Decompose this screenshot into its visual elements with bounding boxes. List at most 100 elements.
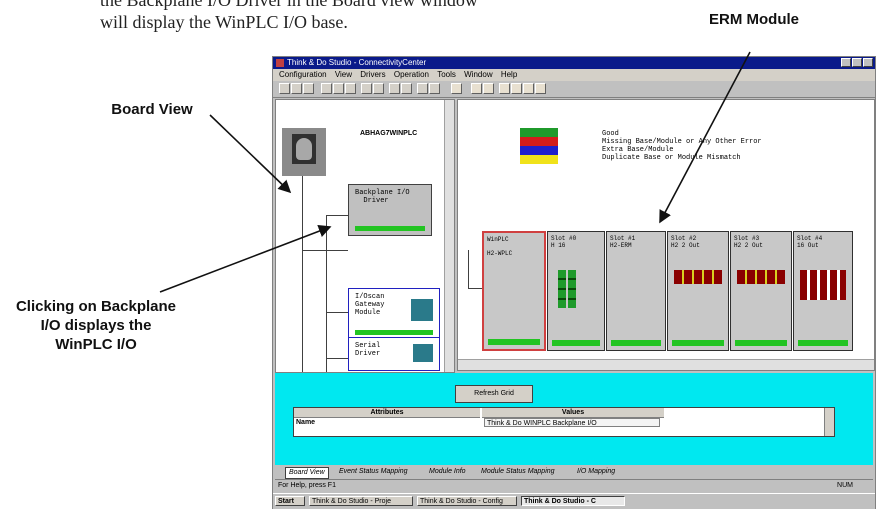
menu-configuration[interactable]: Configuration bbox=[279, 70, 327, 79]
tab-board-view[interactable]: Board View bbox=[285, 467, 329, 479]
menu-drivers[interactable]: Drivers bbox=[360, 70, 385, 79]
legend-swatch-error bbox=[520, 137, 558, 146]
input-leds bbox=[568, 270, 576, 308]
tab-module-status-mapping[interactable]: Module Status Mapping bbox=[481, 467, 555, 477]
tree-branch-line bbox=[326, 358, 348, 359]
menu-operation[interactable]: Operation bbox=[394, 70, 429, 79]
view-mode-1-icon[interactable] bbox=[471, 83, 482, 94]
new-icon[interactable] bbox=[279, 83, 290, 94]
tree-branch-line bbox=[302, 250, 348, 251]
tree-branch-line bbox=[326, 312, 348, 313]
tab-io-mapping[interactable]: I/O Mapping bbox=[577, 467, 615, 477]
menu-view[interactable]: View bbox=[335, 70, 352, 79]
gateway-module-icon bbox=[411, 299, 433, 321]
slot-3-module[interactable]: Slot #3 H2 2 Out bbox=[730, 231, 792, 351]
output-leds bbox=[674, 270, 722, 284]
tab-module-info[interactable]: Module Info bbox=[429, 467, 466, 477]
connect-icon[interactable] bbox=[389, 83, 400, 94]
clicking-callout-line-3: WinPLC I/O bbox=[55, 336, 137, 353]
menu-help[interactable]: Help bbox=[501, 70, 517, 79]
module-status-bar bbox=[488, 339, 540, 345]
clicking-callout-line-1: Clicking on Backplane bbox=[15, 298, 177, 315]
menu-tools[interactable]: Tools bbox=[437, 70, 456, 79]
winplc-module[interactable]: WinPLC H2-WPLC bbox=[482, 231, 546, 351]
output-leds bbox=[737, 270, 785, 284]
erm-module[interactable]: Slot #1 H2-ERM bbox=[606, 231, 666, 351]
computer-face bbox=[296, 138, 312, 160]
view-mode-5-icon[interactable] bbox=[523, 83, 534, 94]
view-mode-4-icon[interactable] bbox=[511, 83, 522, 94]
slot-4-module[interactable]: Slot #4 16 Out bbox=[793, 231, 853, 351]
module-status-bar bbox=[552, 340, 600, 346]
view-mode-2-icon[interactable] bbox=[483, 83, 494, 94]
values-header: Values bbox=[482, 408, 664, 418]
status-bar: For Help, press F1 NUM bbox=[275, 479, 873, 492]
cut-icon[interactable] bbox=[321, 83, 332, 94]
start-button[interactable]: Start bbox=[275, 496, 305, 506]
board-view-callout: Board View bbox=[111, 101, 193, 118]
toolbar bbox=[273, 81, 875, 98]
tree-branch-line bbox=[326, 215, 348, 216]
driver-icon[interactable] bbox=[361, 83, 372, 94]
minimize-button[interactable] bbox=[841, 58, 851, 67]
legend-swatch-extra bbox=[520, 146, 558, 155]
intro-line-2: will display the WinPLC I/O base. bbox=[100, 12, 348, 32]
node-status-bar bbox=[355, 226, 425, 231]
disconnect-icon[interactable] bbox=[401, 83, 412, 94]
app-icon bbox=[276, 59, 284, 67]
clicking-callout-line-2: I/O displays the bbox=[40, 317, 152, 334]
clicking-callout: Clicking on Backplane I/O displays the W… bbox=[0, 297, 192, 354]
window-title: Think & Do Studio - ConnectivityCenter bbox=[287, 58, 427, 67]
base-connector-line bbox=[468, 288, 482, 289]
refresh-icon[interactable] bbox=[417, 83, 428, 94]
menu-window[interactable]: Window bbox=[464, 70, 492, 79]
open-icon[interactable] bbox=[291, 83, 302, 94]
module-label: Slot #3 H2 2 Out bbox=[734, 235, 763, 249]
row-value-cell[interactable]: Think & Do WINPLC Backplane I/O bbox=[484, 418, 660, 427]
app-window: Think & Do Studio - ConnectivityCenter C… bbox=[272, 56, 876, 509]
backplane-io-driver-node[interactable]: Backplane I/O Driver bbox=[348, 184, 432, 236]
menu-bar: Configuration View Drivers Operation Too… bbox=[273, 69, 875, 81]
maximize-button[interactable] bbox=[852, 58, 862, 67]
node-label: Backplane I/O Driver bbox=[355, 189, 410, 205]
paste-icon[interactable] bbox=[345, 83, 356, 94]
legend-text-good: Good bbox=[602, 130, 619, 138]
refresh-grid-button[interactable]: Refresh Grid bbox=[455, 385, 533, 403]
winplc-computer-icon[interactable] bbox=[282, 128, 326, 176]
module-status-bar bbox=[735, 340, 787, 346]
board-tree-pane: ABHAG7WINPLC Backplane I/O Driver I/Osca… bbox=[275, 99, 455, 373]
slot-0-module[interactable]: Slot #0 H 16 bbox=[547, 231, 605, 351]
save-icon[interactable] bbox=[303, 83, 314, 94]
taskbar-item-config[interactable]: Think & Do Studio - Config bbox=[417, 496, 517, 506]
serial-driver-node[interactable]: Serial Driver bbox=[348, 337, 440, 371]
help-icon[interactable] bbox=[451, 83, 462, 94]
pc-name-label: ABHAG7WINPLC bbox=[360, 130, 418, 137]
view-mode-3-icon[interactable] bbox=[499, 83, 510, 94]
close-button[interactable] bbox=[863, 58, 873, 67]
attributes-header: Attributes bbox=[294, 408, 480, 418]
status-text: For Help, press F1 bbox=[278, 482, 336, 489]
module-label: Slot #2 H2 2 Out bbox=[671, 235, 700, 249]
tab-event-status-mapping[interactable]: Event Status Mapping bbox=[339, 467, 408, 477]
taskbar: Start Think & Do Studio - Proje Think & … bbox=[273, 493, 875, 509]
board-horizontal-scrollbar[interactable] bbox=[458, 359, 874, 370]
module-label: WinPLC H2-WPLC bbox=[487, 236, 513, 257]
ioscan-gateway-node[interactable]: I/Oscan Gateway Module bbox=[348, 288, 440, 340]
board-icon[interactable] bbox=[373, 83, 384, 94]
copy-icon[interactable] bbox=[333, 83, 344, 94]
tree-vertical-scrollbar[interactable] bbox=[444, 100, 454, 372]
slot-2-module[interactable]: Slot #2 H2 2 Out bbox=[667, 231, 729, 351]
view-mode-6-icon[interactable] bbox=[535, 83, 546, 94]
stop-icon[interactable] bbox=[429, 83, 440, 94]
num-lock-indicator: NUM bbox=[837, 482, 853, 489]
legend-text-extra: Extra Base/Module bbox=[602, 146, 674, 154]
module-status-bar bbox=[798, 340, 848, 346]
legend-text-error: Missing Base/Module or Any Other Error bbox=[602, 138, 762, 146]
input-leds bbox=[558, 270, 566, 308]
node-label: Serial Driver bbox=[355, 342, 381, 358]
taskbar-item-connectivity[interactable]: Think & Do Studio - C bbox=[521, 496, 625, 506]
module-status-bar bbox=[672, 340, 724, 346]
taskbar-item-project[interactable]: Think & Do Studio - Proje bbox=[309, 496, 413, 506]
grid-vertical-scrollbar[interactable] bbox=[824, 408, 834, 436]
module-label: Slot #1 H2-ERM bbox=[610, 235, 636, 249]
